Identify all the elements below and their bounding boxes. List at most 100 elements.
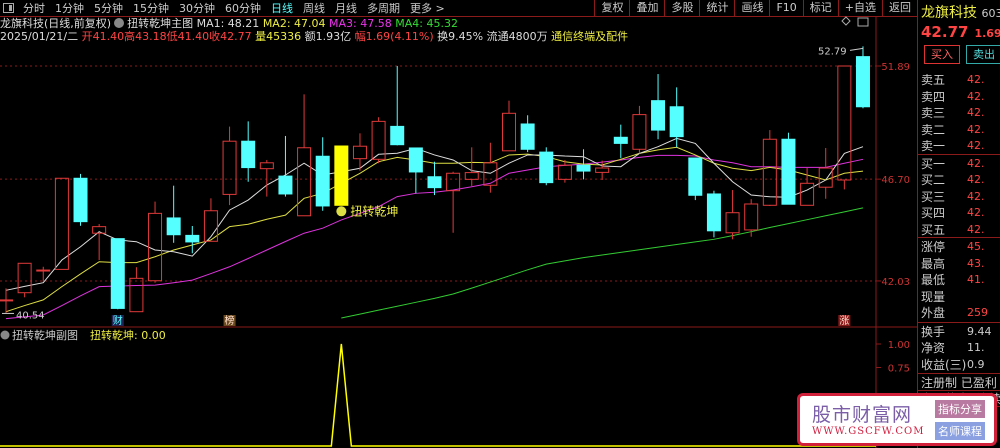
quote-row: 卖三 42. <box>921 105 1000 121</box>
quote-row: 卖二 42. <box>921 122 1000 138</box>
candle <box>17 262 32 294</box>
candle <box>539 151 554 184</box>
ad-url: WWW.GSCFW.COM <box>812 426 925 437</box>
row-value: 42. <box>967 189 985 203</box>
row-value: 42. <box>967 73 985 86</box>
candle <box>800 182 815 206</box>
last-price: 42.771.694 <box>921 23 1000 41</box>
candle <box>241 140 256 169</box>
event-marker: 涨 <box>839 315 849 327</box>
quote-row: 卖四 42. <box>921 89 1000 105</box>
info-line: 注册制 已盈利 <box>921 376 997 390</box>
row-value: 42. <box>967 206 985 219</box>
candle <box>632 114 647 150</box>
max-price-label: 52.79 <box>818 46 847 57</box>
candle <box>297 147 312 217</box>
quote-row: 最低 41. <box>921 272 1000 288</box>
signal-label: 扭转乾坤 <box>350 203 398 218</box>
candle <box>148 212 163 282</box>
ad-tag-courses[interactable]: 名师课程 <box>935 422 985 440</box>
candle <box>669 106 684 138</box>
candle <box>0 299 13 302</box>
event-marker: 财 <box>113 314 123 327</box>
min-price-label: 40.54 <box>16 310 45 321</box>
quote-row: 卖一 42. <box>921 138 1000 154</box>
row-label: 最高 <box>921 256 946 271</box>
candle <box>166 217 181 236</box>
row-label: 现量 <box>921 289 946 304</box>
candle <box>352 145 367 160</box>
row-value: 45. <box>967 240 985 253</box>
row-label: 净资 <box>921 341 946 355</box>
candle <box>688 157 703 196</box>
row-value: 43. <box>967 256 985 270</box>
row-label: 买一 <box>921 156 946 171</box>
ad-banner[interactable]: 股市财富网 WWW.GSCFW.COM 指标分享 名师课程 <box>797 393 997 446</box>
quote-row: 收益(三) 0.9 <box>921 357 1000 373</box>
row-label: 卖一 <box>921 139 946 153</box>
panel-toggle-icon <box>857 17 869 27</box>
max-arrow <box>849 47 864 51</box>
candle <box>502 112 517 152</box>
stock-name: 龙旗科技 6033 <box>921 2 1000 22</box>
candle <box>110 238 125 309</box>
candle <box>129 277 144 313</box>
candle <box>408 147 423 173</box>
sub-indicator-line <box>0 343 876 447</box>
quote-row: 买三 42. <box>921 189 1000 205</box>
candle <box>818 167 833 188</box>
sub-tick-label: 1.00 <box>888 340 910 351</box>
divider <box>918 321 1000 323</box>
kline-chart[interactable]: 51.89 46.70 42.03 扭转乾坤 52.79 40.54 榜 涨 财扭转乾坤副图 扭转… <box>0 0 917 448</box>
y-tick-label: 42.03 <box>881 277 910 288</box>
row-label: 涨停 <box>921 240 946 254</box>
chevron-down-icon <box>0 330 10 340</box>
y-tick-label: 51.89 <box>881 62 910 73</box>
candle <box>725 212 740 234</box>
candle <box>259 162 274 170</box>
sub-title: 扭转乾坤副图 <box>12 328 78 342</box>
candle <box>334 145 349 206</box>
money-bag-icon <box>336 206 347 217</box>
candle <box>446 172 461 192</box>
quote-row: 买二 42. <box>921 172 1000 188</box>
quote-row: 净资 11. <box>921 340 1000 356</box>
divider <box>918 373 1000 374</box>
row-value: 42. <box>967 173 985 186</box>
row-label: 买四 <box>921 206 946 220</box>
candle <box>595 167 610 173</box>
row-label: 外盘 <box>921 306 946 320</box>
quote-panel: 龙旗科技 6033 42.771.694 买入 卖出 卖五 42. 卖四 42. 卖三 4… <box>917 0 1000 448</box>
divider <box>918 153 1000 155</box>
candle <box>483 162 498 186</box>
candle <box>222 140 237 195</box>
row-label: 卖二 <box>921 122 946 137</box>
row-label: 卖三 <box>921 106 946 120</box>
ad-tag-indicators[interactable]: 指标分享 <box>935 400 985 418</box>
diamond-icon <box>841 16 851 26</box>
candle <box>73 177 88 223</box>
stock-code: 6033 <box>981 7 1000 20</box>
candle <box>762 138 777 206</box>
candle <box>613 136 628 144</box>
row-value: 11. <box>967 341 985 354</box>
row-label: 买五 <box>921 222 946 237</box>
row-value: 41. <box>967 273 985 286</box>
sell-button[interactable]: 卖出 <box>966 45 1000 64</box>
row-value: 0.9 <box>967 357 985 371</box>
candle <box>744 203 759 231</box>
candle <box>651 100 666 131</box>
row-value: 42. <box>967 139 985 152</box>
candle <box>54 177 69 270</box>
event-marker: 榜 <box>225 314 235 327</box>
candle <box>315 155 330 207</box>
quote-row: 买一 42. <box>921 156 1000 172</box>
row-value: 259 <box>967 306 988 319</box>
candle <box>36 269 51 272</box>
row-label: 最低 <box>921 273 946 287</box>
quote-row: 卖五 42. <box>921 72 1000 88</box>
candle <box>557 164 572 180</box>
buy-button[interactable]: 买入 <box>924 45 960 64</box>
row-label: 收益(三) <box>921 357 967 372</box>
quote-row: 涨停 45. <box>921 239 1000 255</box>
